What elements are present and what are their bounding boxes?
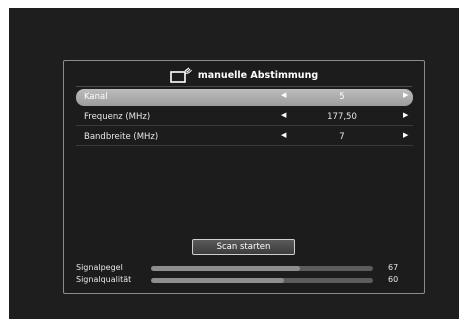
right-arrow-icon[interactable]: ▶ <box>403 111 408 119</box>
left-arrow-icon[interactable]: ◀ <box>281 91 286 99</box>
frequency-value: 177,50 <box>327 112 357 122</box>
tv-screen: manuelle Abstimmung Kanal ◀ 5 ▶ Frequenz… <box>9 8 459 319</box>
left-arrow-icon[interactable]: ◀ <box>281 111 286 119</box>
signal-level-label: Signalpegel <box>76 263 123 272</box>
bandwidth-value: 7 <box>339 132 345 142</box>
signal-quality-fill <box>151 278 285 283</box>
setting-row-frequency[interactable]: Frequenz (MHz) ◀ 177,50 ▶ <box>76 109 413 126</box>
setting-row-bandwidth[interactable]: Bandbreite (MHz) ◀ 7 ▶ <box>76 129 413 146</box>
frequency-label: Frequenz (MHz) <box>84 112 151 122</box>
signal-level-fill <box>151 266 300 271</box>
header-divider <box>76 86 412 87</box>
signal-quality-label: Signalqualität <box>76 275 132 284</box>
right-arrow-icon[interactable]: ▶ <box>403 131 408 139</box>
bandwidth-label: Bandbreite (MHz) <box>84 132 159 142</box>
signal-level-bar <box>151 266 373 271</box>
left-arrow-icon[interactable]: ◀ <box>281 131 286 139</box>
signal-quality-meter: Signalqualität 60 <box>76 275 412 286</box>
channel-label: Kanal <box>84 92 108 102</box>
signal-quality-value: 60 <box>388 275 399 284</box>
right-arrow-icon[interactable]: ▶ <box>403 91 408 99</box>
channel-value: 5 <box>339 92 345 102</box>
signal-level-value: 67 <box>388 263 399 272</box>
tv-antenna-icon <box>170 67 192 83</box>
scan-start-button[interactable]: Scan starten <box>192 239 295 255</box>
manual-tuning-dialog: manuelle Abstimmung Kanal ◀ 5 ▶ Frequenz… <box>63 60 425 294</box>
signal-quality-bar <box>151 278 373 283</box>
signal-level-meter: Signalpegel 67 <box>76 263 412 274</box>
dialog-title: manuelle Abstimmung <box>197 69 319 81</box>
setting-row-channel[interactable]: Kanal ◀ 5 ▶ <box>76 89 413 106</box>
dialog-header: manuelle Abstimmung <box>64 66 424 84</box>
